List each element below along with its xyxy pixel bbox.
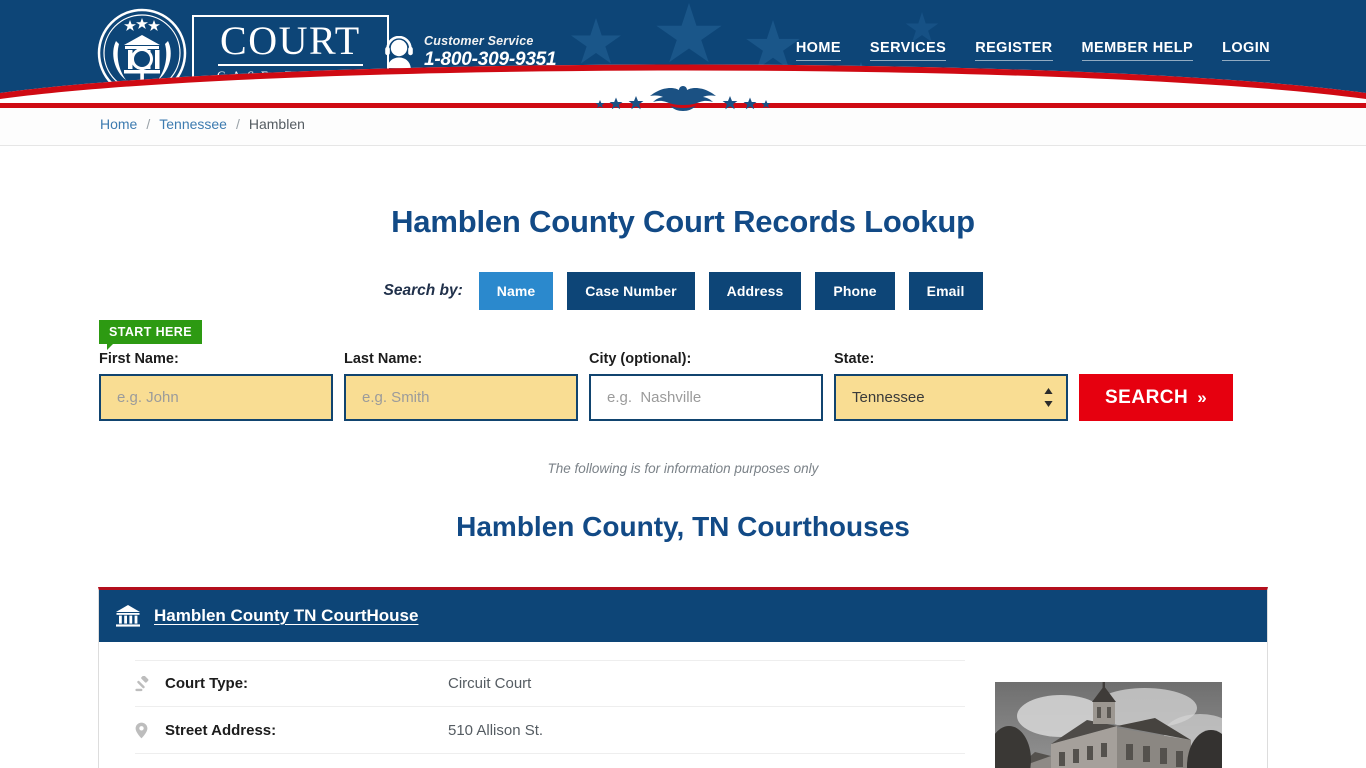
courthouse-detail-list: Court Type: Circuit Court Street Address… bbox=[99, 660, 995, 768]
detail-value: Circuit Court bbox=[448, 675, 532, 692]
bank-building-icon bbox=[116, 605, 140, 627]
nav-item-member-help[interactable]: MEMBER HELP bbox=[1081, 40, 1194, 61]
last-name-input[interactable] bbox=[344, 374, 578, 421]
breadcrumb-separator: / bbox=[146, 116, 151, 132]
breadcrumb-item-hamblen: Hamblen bbox=[248, 116, 305, 132]
search-button[interactable]: SEARCH » bbox=[1079, 374, 1234, 421]
tab-email[interactable]: Email bbox=[908, 272, 983, 310]
start-here-badge: START HERE bbox=[99, 320, 202, 350]
city-input[interactable] bbox=[589, 374, 823, 421]
courthouse-card-header: Hamblen County TN CourtHouse bbox=[99, 590, 1267, 642]
table-row: City: Morristown bbox=[135, 754, 965, 768]
detail-value: 510 Allison St. bbox=[448, 721, 544, 739]
courthouse-card: Hamblen County TN CourtHouse Court Type:… bbox=[98, 587, 1268, 768]
nav-item-services[interactable]: SERVICES bbox=[869, 40, 947, 61]
nav-item-register[interactable]: REGISTER bbox=[975, 40, 1053, 61]
chevron-right-double-icon: » bbox=[1197, 387, 1208, 407]
search-type-tabs: Search by: Name Case Number Address Phon… bbox=[0, 272, 1366, 310]
eagle-emblem-icon bbox=[595, 86, 771, 111]
city-label: City (optional): bbox=[589, 351, 692, 367]
nav-item-login[interactable]: LOGIN bbox=[1222, 40, 1270, 61]
search-button-label: SEARCH bbox=[1105, 386, 1189, 408]
courthouse-name-link[interactable]: Hamblen County TN CourtHouse bbox=[154, 606, 418, 626]
nav-item-home[interactable]: HOME bbox=[795, 40, 841, 61]
breadcrumb-item-tennessee[interactable]: Tennessee bbox=[159, 116, 227, 132]
tab-case-number[interactable]: Case Number bbox=[567, 272, 695, 310]
map-pin-icon bbox=[135, 722, 165, 739]
city-field-group: City (optional): bbox=[589, 351, 823, 421]
logo-title: COURT bbox=[220, 18, 361, 64]
courthouse-photo bbox=[995, 682, 1222, 768]
courthouse-photo-column bbox=[995, 660, 1267, 768]
first-name-input[interactable] bbox=[99, 374, 333, 421]
breadcrumb-separator: / bbox=[235, 116, 240, 132]
main-navigation: HOME SERVICES REGISTER MEMBER HELP LOGIN bbox=[795, 40, 1270, 61]
breadcrumb-item-home[interactable]: Home bbox=[100, 116, 137, 132]
detail-key: Court Type: bbox=[165, 675, 249, 692]
state-select[interactable]: Tennessee bbox=[834, 374, 1068, 421]
state-field-group: State: Tennessee bbox=[834, 351, 1068, 421]
first-name-field-group: First Name: bbox=[99, 351, 333, 421]
tab-address[interactable]: Address bbox=[708, 272, 802, 310]
detail-key: Street Address: bbox=[165, 721, 277, 739]
customer-service-label: Customer Service bbox=[424, 34, 534, 48]
gavel-icon bbox=[135, 675, 165, 692]
section-title: Hamblen County, TN Courthouses bbox=[456, 511, 910, 542]
last-name-label: Last Name: bbox=[344, 351, 423, 367]
first-name-label: First Name: bbox=[99, 351, 179, 367]
table-row: Street Address: 510 Allison St. bbox=[135, 707, 965, 754]
search-by-label: Search by: bbox=[383, 282, 463, 299]
tab-name[interactable]: Name bbox=[478, 272, 554, 310]
last-name-field-group: Last Name: bbox=[344, 351, 578, 421]
tab-phone[interactable]: Phone bbox=[815, 272, 895, 310]
page-title: Hamblen County Court Records Lookup bbox=[391, 204, 975, 239]
main-content: Hamblen County Court Records Lookup Sear… bbox=[0, 146, 1366, 768]
table-row: Court Type: Circuit Court bbox=[135, 660, 965, 707]
state-label: State: bbox=[834, 351, 875, 367]
